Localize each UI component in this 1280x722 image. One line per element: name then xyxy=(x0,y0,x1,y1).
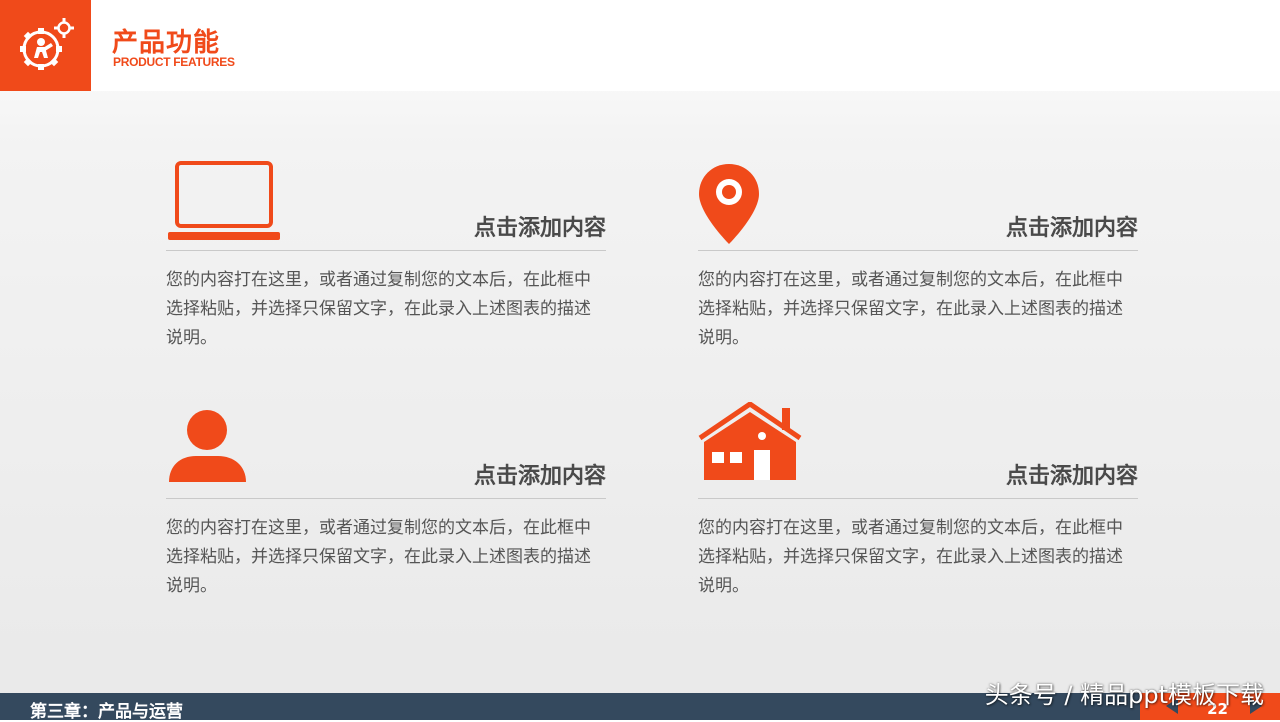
location-pin-icon xyxy=(699,164,759,244)
divider xyxy=(698,498,1138,499)
gear-person-icon xyxy=(19,17,74,70)
user-icon xyxy=(169,410,246,482)
slide-header: 产品功能 PRODUCT FEATURES xyxy=(0,0,1280,91)
feature-description[interactable]: 您的内容打在这里，或者通过复制您的文本后，在此框中选择粘贴，并选择只保留文字，在… xyxy=(698,266,1138,353)
divider xyxy=(166,498,606,499)
laptop-icon xyxy=(168,161,280,240)
feature-heading[interactable]: 点击添加内容 xyxy=(1006,458,1138,490)
feature-card-1[interactable]: 点击添加内容 您的内容打在这里，或者通过复制您的文本后，在此框中选择粘贴，并选择… xyxy=(166,160,606,390)
chapter-label: 第三章：产品与运营 xyxy=(30,702,183,722)
house-icon xyxy=(698,402,802,480)
page-title: 产品功能 xyxy=(112,28,221,58)
feature-card-4[interactable]: 点击添加内容 您的内容打在这里，或者通过复制您的文本后，在此框中选择粘贴，并选择… xyxy=(698,402,1138,638)
feature-heading[interactable]: 点击添加内容 xyxy=(474,458,606,490)
feature-card-3[interactable]: 点击添加内容 您的内容打在这里，或者通过复制您的文本后，在此框中选择粘贴，并选择… xyxy=(166,408,606,638)
feature-heading[interactable]: 点击添加内容 xyxy=(1006,210,1138,242)
feature-heading[interactable]: 点击添加内容 xyxy=(474,210,606,242)
watermark: 头条号 / 精品ppt模板下载 xyxy=(984,681,1264,709)
feature-description[interactable]: 您的内容打在这里，或者通过复制您的文本后，在此框中选择粘贴，并选择只保留文字，在… xyxy=(166,514,606,601)
page-subtitle: PRODUCT FEATURES xyxy=(113,55,235,69)
feature-card-2[interactable]: 点击添加内容 您的内容打在这里，或者通过复制您的文本后，在此框中选择粘贴，并选择… xyxy=(698,160,1138,390)
feature-description[interactable]: 您的内容打在这里，或者通过复制您的文本后，在此框中选择粘贴，并选择只保留文字，在… xyxy=(166,266,606,353)
logo-badge xyxy=(0,0,91,91)
divider xyxy=(166,250,606,251)
divider xyxy=(698,250,1138,251)
feature-description[interactable]: 您的内容打在这里，或者通过复制您的文本后，在此框中选择粘贴，并选择只保留文字，在… xyxy=(698,514,1138,601)
